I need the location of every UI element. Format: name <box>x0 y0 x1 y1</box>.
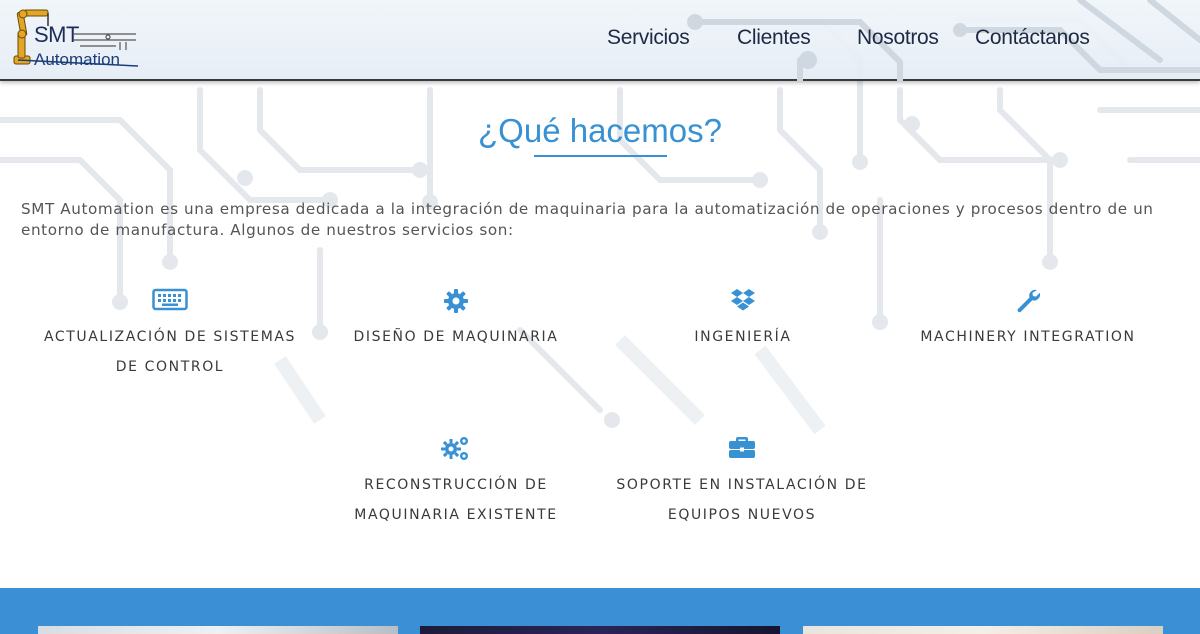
nav-nosotros[interactable]: Nosotros <box>857 26 939 50</box>
service-label-line2: EQUIPOS NUEVOS <box>667 507 817 523</box>
service-item: MACHINERY INTEGRATION <box>878 288 1178 358</box>
site-header: SMT Automation Servicios Clientes Nosotr… <box>0 0 1200 81</box>
service-label-line2: DE CONTROL <box>115 359 225 375</box>
gears-icon <box>441 437 468 460</box>
logo[interactable]: SMT Automation <box>8 6 143 70</box>
service-label-line1: DISEÑO DE MAQUINARIA <box>353 329 559 345</box>
logo-line2: Automation <box>34 50 120 69</box>
nav-servicios[interactable]: Servicios <box>607 26 690 50</box>
service-label-line1: ACTUALIZACIÓN DE SISTEMAS <box>43 329 297 345</box>
title-underline <box>534 155 667 157</box>
dropbox-icon <box>731 289 755 311</box>
gear-icon <box>444 289 468 313</box>
service-item: INGENIERÍA <box>593 288 893 358</box>
service-item: RECONSTRUCCIÓN DE MAQUINARIA EXISTENTE <box>306 435 606 535</box>
service-item: DISEÑO DE MAQUINARIA <box>306 288 606 358</box>
card-image-2[interactable] <box>420 626 780 634</box>
intro-text: SMT Automation es una empresa dedicada a… <box>21 200 1154 239</box>
card-image-3[interactable] <box>803 626 1163 634</box>
wrench-icon <box>1017 289 1041 313</box>
logo-line1: SMT <box>34 22 79 47</box>
keyboard-icon <box>152 288 188 311</box>
service-label-line1: MACHINERY INTEGRATION <box>920 329 1136 345</box>
services-section: ¿Qué hacemos? SMT Automation es una empr… <box>0 0 1200 590</box>
briefcase-icon <box>729 437 755 458</box>
service-label-line1: SOPORTE EN INSTALACIÓN DE <box>616 477 868 493</box>
nav-clientes[interactable]: Clientes <box>737 26 811 50</box>
service-item: ACTUALIZACIÓN DE SISTEMAS DE CONTROL <box>20 288 320 388</box>
card-image-1[interactable] <box>38 626 398 634</box>
service-label-line2: MAQUINARIA EXISTENTE <box>354 507 558 523</box>
section-title: ¿Qué hacemos? <box>478 112 722 149</box>
nav-contactanos[interactable]: Contáctanos <box>975 26 1090 50</box>
service-label-line1: INGENIERÍA <box>694 329 792 345</box>
service-label-line1: RECONSTRUCCIÓN DE <box>364 477 548 493</box>
service-item: SOPORTE EN INSTALACIÓN DE EQUIPOS NUEVOS <box>592 435 892 535</box>
